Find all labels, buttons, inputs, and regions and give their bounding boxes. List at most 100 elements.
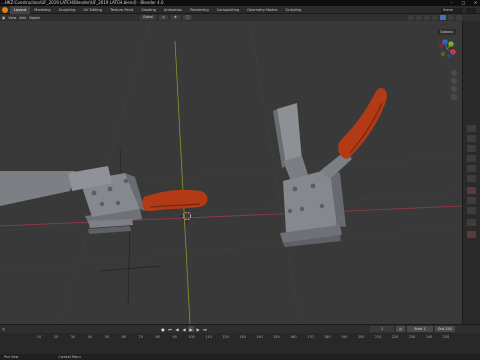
workspace-tab-texture-paint[interactable]: Texture Paint xyxy=(106,6,137,14)
play-reverse-icon[interactable]: ◀ xyxy=(181,326,187,332)
minimize-icon[interactable]: – xyxy=(449,1,454,6)
object-properties-icon[interactable] xyxy=(467,187,476,194)
timeline-tick-label: 180 xyxy=(324,335,331,339)
jump-end-icon[interactable]: ⏭ xyxy=(202,326,208,332)
transform-orientation-dropdown[interactable]: Global xyxy=(140,15,157,20)
snap-icon[interactable]: ❖ xyxy=(170,15,180,20)
proportional-edit-icon[interactable]: ◯ xyxy=(182,15,193,20)
menu-add[interactable]: Add xyxy=(19,16,26,20)
timeline-editor[interactable]: ◷ ● ⏮ ◀ ◀ ▶ ▶ ⏭ 1 ◷ Start 1 End 250 10 20… xyxy=(0,324,480,354)
timeline-tick-label: 30 xyxy=(70,335,76,339)
status-pan-view: Pan View xyxy=(4,355,19,359)
workspace-tab-scripting[interactable]: Scripting xyxy=(281,6,305,14)
output-properties-icon[interactable] xyxy=(467,145,476,152)
rendered-shading-icon[interactable] xyxy=(456,15,462,20)
pivot-point-icon[interactable]: ◎ xyxy=(159,15,168,20)
x-axis-line xyxy=(0,205,462,227)
physics-properties-icon[interactable] xyxy=(467,207,476,214)
timeline-editor-icon[interactable]: ◷ xyxy=(2,327,5,331)
workspace-tab-shading[interactable]: Shading xyxy=(137,6,160,14)
timeline-menus: ◷ xyxy=(2,325,5,333)
timeline-tick-label: 120 xyxy=(222,335,229,339)
menu-view[interactable]: View xyxy=(8,16,16,20)
timeline-ruler[interactable]: 10 20 30 40 50 60 70 80 90 100 110 120 130 140 150 160 1… xyxy=(0,333,480,355)
scene-selector[interactable]: Scene xyxy=(441,7,463,13)
visibility-icon[interactable] xyxy=(408,15,414,20)
timeline-tick-label: 140 xyxy=(256,335,263,339)
timeline-tick-label: 100 xyxy=(188,335,195,339)
camera-view-icon xyxy=(450,85,458,93)
timeline-tick-label: 40 xyxy=(87,335,92,339)
workspace-tab-sculpting[interactable]: Sculpting xyxy=(55,6,80,14)
timeline-tick-label: 60 xyxy=(121,335,126,339)
modifier-properties-icon[interactable] xyxy=(467,197,476,204)
scene-properties-icon[interactable] xyxy=(467,165,476,172)
workspace-tab-compositing[interactable]: Compositing xyxy=(213,6,244,14)
timeline-tick-label: 230 xyxy=(408,335,416,339)
material-properties-icon[interactable] xyxy=(467,231,476,238)
editor-type-icon[interactable]: ▣ xyxy=(2,16,5,20)
timeline-tick-label: 200 xyxy=(357,335,365,339)
clock-icon[interactable]: ◷ xyxy=(396,326,405,332)
record-icon[interactable]: ● xyxy=(160,326,166,332)
start-frame-label: Start xyxy=(414,327,423,331)
timeline-tick-label: 190 xyxy=(340,335,348,339)
render-properties-icon[interactable] xyxy=(467,135,476,142)
timeline-tick-label: 130 xyxy=(239,335,246,339)
material-shading-icon[interactable] xyxy=(448,15,454,20)
timeline-tick-label: 210 xyxy=(374,335,382,339)
workspace-tab-uv-editing[interactable]: UV Editing xyxy=(79,6,106,14)
constraint-properties-icon[interactable] xyxy=(467,219,476,226)
workspace-tab-layout[interactable]: Layout xyxy=(10,6,31,14)
options-dropdown[interactable]: Options xyxy=(436,29,456,35)
status-bar: Pan View Context Menu xyxy=(0,354,480,360)
jump-start-icon[interactable]: ⏮ xyxy=(167,326,173,332)
view-layer-selector[interactable] xyxy=(466,7,476,13)
world-properties-icon[interactable] xyxy=(467,175,476,182)
timeline-tick-label: 240 xyxy=(425,335,433,339)
status-hints: Pan View Context Menu xyxy=(4,354,81,360)
play-icon[interactable]: ▶ xyxy=(188,326,194,332)
gizmo-y-label: Y xyxy=(450,42,452,46)
end-frame-field[interactable]: End 250 xyxy=(434,326,455,332)
latch-model-right xyxy=(273,87,387,247)
workspace-tab-modeling[interactable]: Modeling xyxy=(30,6,54,14)
workspace-bar: Layout Modeling Sculpting UV Editing Texture… xyxy=(0,6,480,14)
view-layer-properties-icon[interactable] xyxy=(467,155,476,162)
prev-keyframe-icon[interactable]: ◀ xyxy=(174,326,180,332)
timeline-tick-label: 80 xyxy=(155,335,160,339)
timeline-tick-label: 90 xyxy=(172,335,177,339)
start-frame-field[interactable]: Start 1 xyxy=(406,326,433,332)
timeline-tick-label: 220 xyxy=(391,335,399,339)
workspace-tab-animation[interactable]: Animation xyxy=(160,6,186,14)
viewport-canvas[interactable]: X Y Z xyxy=(0,21,462,324)
overlays-icon[interactable] xyxy=(416,15,422,20)
end-frame-value: 250 xyxy=(445,327,452,331)
timeline-tick-label: 160 xyxy=(290,335,297,339)
zoom-icon xyxy=(450,69,458,77)
timeline-tick-label: 20 xyxy=(53,335,59,339)
blender-logo-icon[interactable] xyxy=(2,7,8,13)
wireframe-shading-icon[interactable] xyxy=(432,15,438,20)
tool-properties-icon[interactable] xyxy=(467,125,476,132)
menu-object[interactable]: Object xyxy=(29,16,40,20)
timeline-tick-label: 10 xyxy=(36,335,42,339)
timeline-header: ◷ ● ⏮ ◀ ◀ ▶ ▶ ⏭ 1 ◷ Start 1 End 250 xyxy=(0,325,480,333)
gizmo-z-label: Z xyxy=(444,40,446,44)
navigation-gizmo: X Y Z xyxy=(438,39,456,59)
shading-controls xyxy=(408,15,462,20)
solid-shading-icon[interactable] xyxy=(440,15,446,20)
properties-tab-strip xyxy=(462,21,480,324)
timeline-tick-label: 70 xyxy=(138,335,143,339)
next-keyframe-icon[interactable]: ▶ xyxy=(195,326,201,332)
timeline-tick-label: 50 xyxy=(104,335,109,339)
workspace-tab-rendering[interactable]: Rendering xyxy=(186,6,212,14)
xray-icon[interactable] xyxy=(424,15,430,20)
workspace-tab-geometry-nodes[interactable]: Geometry Nodes xyxy=(243,6,281,14)
maximize-icon[interactable]: □ xyxy=(461,1,466,6)
viewport-nav-buttons xyxy=(450,69,458,101)
close-icon[interactable]: ✕ xyxy=(473,1,478,6)
perspective-toggle-icon xyxy=(450,93,458,101)
3d-viewport[interactable]: X Y Z Options xyxy=(0,21,462,324)
current-frame-field[interactable]: 1 xyxy=(370,326,394,332)
